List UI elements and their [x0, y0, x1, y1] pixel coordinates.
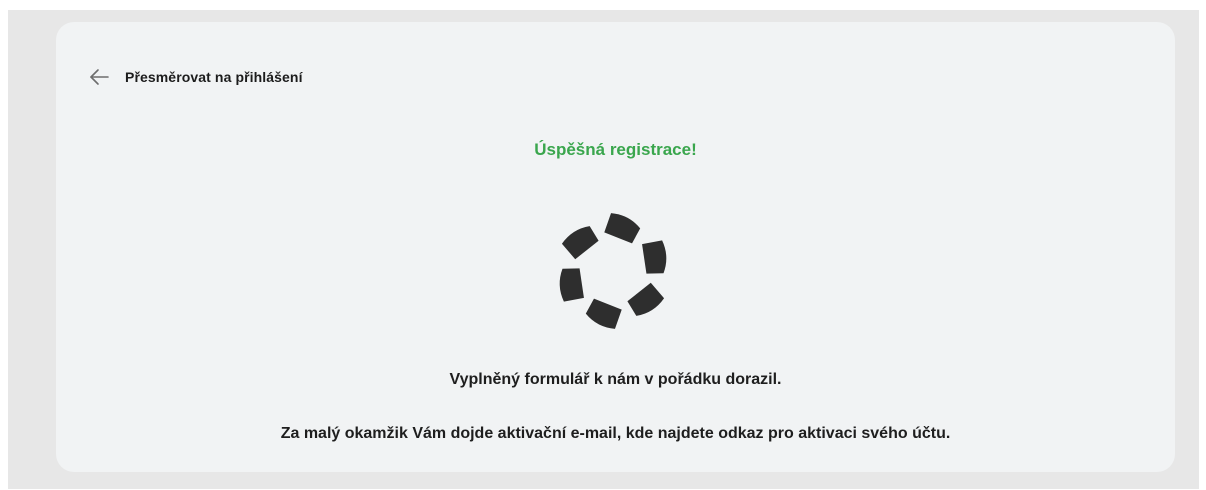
- back-to-login-link[interactable]: Přesměrovat na přihlášení: [87, 65, 303, 89]
- activation-email-message: Za malý okamžik Vám dojde aktivační e-ma…: [280, 425, 951, 442]
- page-background: Přesměrovat na přihlášení Úspěšná regist…: [8, 10, 1199, 489]
- arrow-left-icon: [90, 69, 109, 85]
- spinner-blade: [585, 298, 622, 329]
- confirmation-message: Vyplněný formulář k nám v pořádku dorazi…: [449, 371, 782, 388]
- registration-card: Přesměrovat na přihlášení Úspěšná regist…: [56, 22, 1175, 472]
- spinner-blade: [561, 226, 599, 260]
- loading-spinner-icon: [559, 213, 667, 329]
- success-title: Úspěšná registrace!: [534, 140, 697, 159]
- spinner-blade: [559, 268, 584, 302]
- back-link-label: Přesměrovat na přihlášení: [125, 69, 303, 85]
- spinner-blade: [627, 282, 665, 316]
- spinner-blade: [604, 213, 641, 244]
- spinner-blade: [642, 240, 667, 274]
